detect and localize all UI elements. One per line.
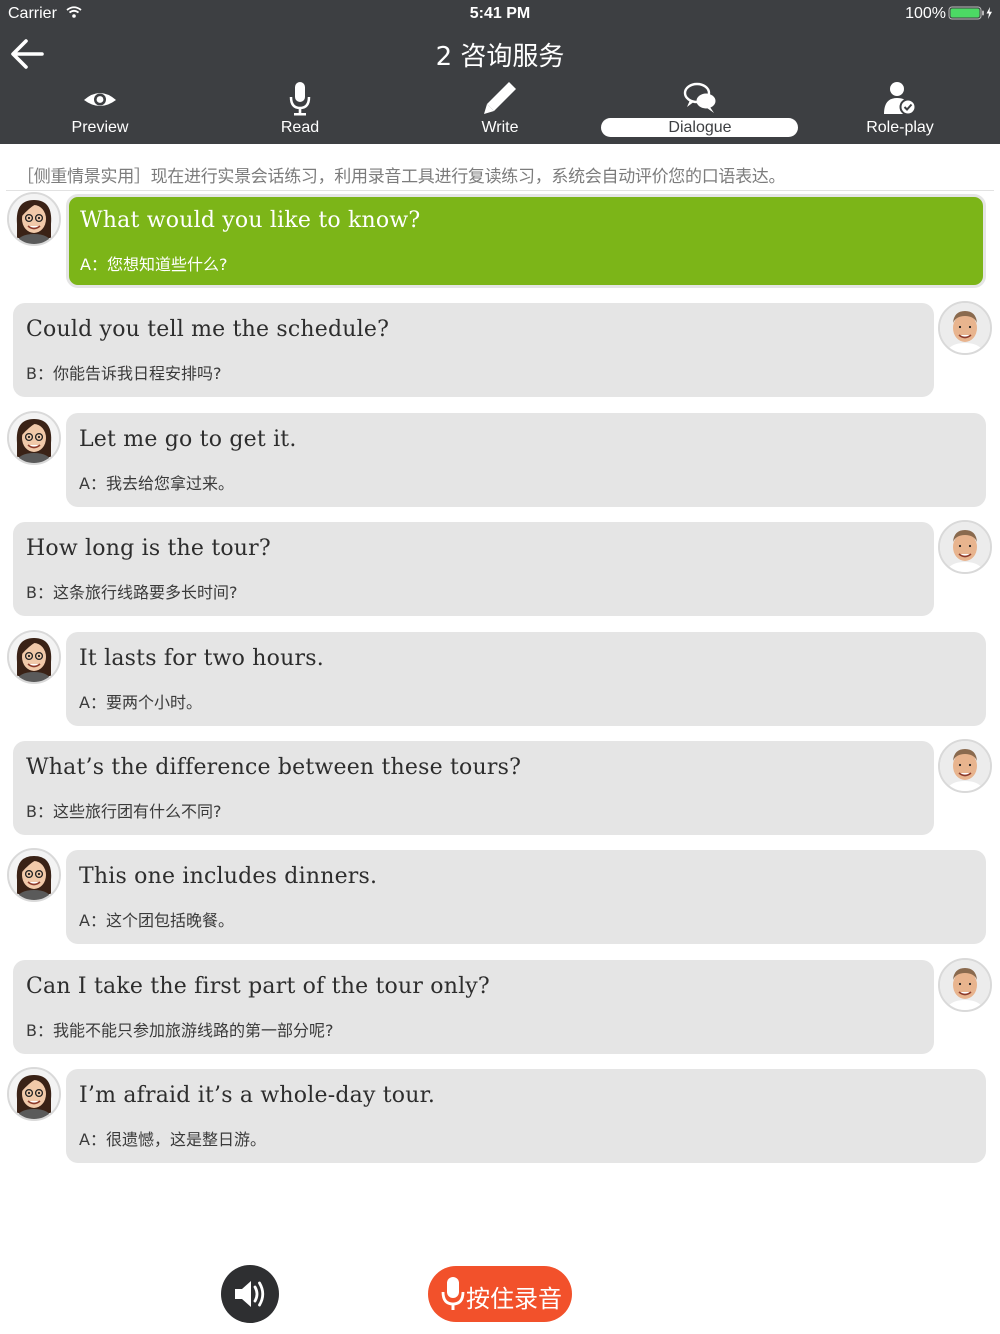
- chinese-translation: A：很遗憾，这是整日游。: [79, 1130, 266, 1150]
- english-sentence: It lasts for two hours.: [79, 645, 324, 671]
- dialogue-line: Can I take the first part of the tour on…: [0, 957, 1000, 1058]
- dialogue-line: This one includes dinners. A：这个团包括晚餐。: [0, 848, 1000, 948]
- record-label: 按住录音: [466, 1285, 562, 1313]
- speaker-b-avatar: [938, 520, 992, 575]
- chinese-translation: A：您想知道些什么?: [80, 255, 228, 274]
- user-check-icon: [884, 82, 917, 116]
- dialogue-bubble[interactable]: This one includes dinners. A：这个团包括晚餐。: [66, 850, 986, 945]
- top-header: Carrier 5:41 PM 100% 2 咨询服务 Preview Read…: [0, 0, 1000, 144]
- dialogue-line: It lasts for two hours. A：要两个小时。: [0, 629, 1000, 730]
- dialogue-line: I’m afraid it’s a whole-day tour. A：很遗憾，这…: [0, 1067, 1000, 1167]
- tab-label: Dialogue: [668, 119, 732, 136]
- tab-label: Preview: [71, 119, 129, 136]
- tab-preview[interactable]: Preview: [0, 78, 200, 142]
- microphone-icon: [441, 1277, 465, 1310]
- speaker-a-avatar: [7, 192, 61, 246]
- dialogue-bubble[interactable]: What’s the difference between these tour…: [13, 741, 934, 835]
- chinese-translation: B：我能不能只参加旅游线路的第一部分呢?: [26, 1020, 334, 1040]
- chinese-translation: A：要两个小时。: [79, 692, 202, 712]
- english-sentence: How long is the tour?: [26, 536, 271, 562]
- english-sentence: This one includes dinners.: [79, 864, 378, 890]
- dialogue-bubble[interactable]: It lasts for two hours. A：要两个小时。: [66, 631, 986, 726]
- dialogue-line: What would you like to know? A：您想知道些什么?: [0, 192, 1000, 292]
- chinese-translation: A：我去给您拿过来。: [79, 473, 234, 493]
- pencil-icon: [484, 82, 516, 114]
- mode-tabs: Preview Read Write Dialogue Role-play: [0, 78, 1000, 142]
- dialogue-bubble[interactable]: Can I take the first part of the tour on…: [13, 959, 934, 1054]
- dialogue-bubble[interactable]: Let me go to get it. A：我去给您拿过来。: [66, 412, 986, 507]
- chinese-translation: B：这些旅行团有什么不同?: [26, 802, 222, 821]
- playback-speaker-button[interactable]: [221, 1265, 279, 1323]
- eye-icon: [84, 93, 116, 106]
- page-title: 2 咨询服务: [435, 42, 565, 72]
- status-time: 5:41 PM: [469, 5, 531, 22]
- tab-role-play[interactable]: Role-play: [800, 78, 1000, 142]
- speaker-icon: [235, 1281, 265, 1307]
- microphone-icon: [289, 82, 311, 116]
- speaker-a-avatar: [7, 410, 61, 465]
- divider: [6, 190, 994, 191]
- tab-read[interactable]: Read: [200, 78, 400, 142]
- dialogue-bubble[interactable]: How long is the tour? B：这条旅行线路要多长时间?: [13, 522, 934, 617]
- battery-percent: 100%: [905, 5, 946, 22]
- dialogue-line: Let me go to get it. A：我去给您拿过来。: [0, 410, 1000, 511]
- tab-label: Role-play: [866, 119, 934, 136]
- tab-write[interactable]: Write: [400, 78, 600, 142]
- dialogue-bubble[interactable]: Could you tell me the schedule? B：你能告诉我日程…: [13, 303, 934, 398]
- tab-dialogue[interactable]: Dialogue: [600, 78, 800, 142]
- speaker-a-avatar: [7, 848, 61, 903]
- speaker-b-avatar: [938, 957, 992, 1012]
- status-bar: Carrier 5:41 PM 100%: [0, 0, 1000, 28]
- speaker-b-avatar: [938, 739, 992, 793]
- english-sentence: Let me go to get it.: [79, 426, 297, 452]
- hold-to-record-button[interactable]: 按住录音: [428, 1266, 572, 1322]
- chinese-translation: B：这条旅行线路要多长时间?: [26, 583, 238, 603]
- english-sentence: What’s the difference between these tour…: [26, 755, 522, 780]
- dialogue-line: Could you tell me the schedule? B：你能告诉我日程…: [0, 301, 1000, 401]
- lesson-instructions: ［侧重情景实用］现在进行实景会话练习，利用录音工具进行复读练习，系统会自动评价您…: [17, 167, 786, 187]
- dialogue-line: What’s the difference between these tour…: [0, 739, 1000, 839]
- speaker-a-avatar: [7, 1067, 61, 1122]
- english-sentence: Could you tell me the schedule?: [26, 317, 390, 343]
- battery-icon: [948, 6, 992, 20]
- chat-bubbles-icon: [683, 82, 716, 113]
- tab-label: Read: [280, 119, 320, 136]
- tab-label: Write: [481, 119, 519, 136]
- dialogue-bubble[interactable]: What would you like to know? A：您想知道些什么?: [66, 194, 986, 288]
- speaker-a-avatar: [7, 629, 61, 684]
- english-sentence: Can I take the first part of the tour on…: [26, 973, 490, 999]
- english-sentence: I’m afraid it’s a whole-day tour.: [79, 1083, 436, 1109]
- dialogue-line: How long is the tour? B：这条旅行线路要多长时间?: [0, 520, 1000, 620]
- english-sentence: What would you like to know?: [80, 208, 421, 233]
- chinese-translation: B：你能告诉我日程安排吗?: [26, 364, 222, 384]
- dialogue-bubble[interactable]: I’m afraid it’s a whole-day tour. A：很遗憾，这…: [66, 1069, 986, 1164]
- speaker-b-avatar: [938, 301, 992, 356]
- chinese-translation: A：这个团包括晚餐。: [79, 911, 234, 931]
